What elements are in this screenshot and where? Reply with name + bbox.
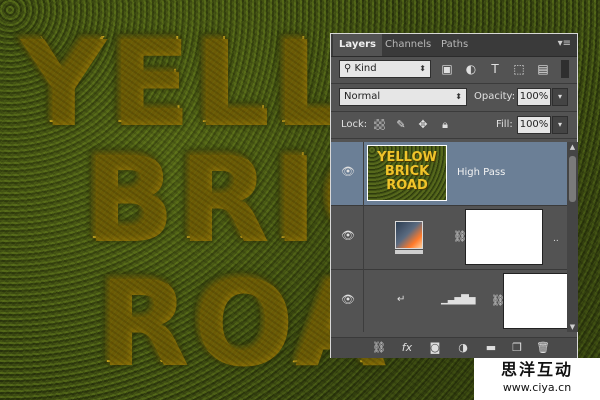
lock-position-icon[interactable]: ✥	[415, 116, 431, 134]
shape-filter-icon[interactable]: ⬚	[511, 60, 527, 78]
panel-menu-icon[interactable]: ▾≡	[558, 38, 571, 50]
divider	[331, 138, 577, 139]
filter-toggle-switch[interactable]	[561, 60, 569, 78]
new-layer-icon[interactable]: ❐	[509, 340, 525, 356]
fill-input[interactable]: 100%	[517, 116, 551, 134]
divider	[363, 270, 364, 332]
levels-adjustment-icon[interactable]: ▁▃▅▇▅	[441, 294, 475, 306]
opacity-input[interactable]: 100%	[517, 88, 551, 106]
tab-channels[interactable]: Channels	[379, 34, 437, 56]
new-group-icon[interactable]: ▬	[483, 340, 499, 356]
adjustment-filter-icon[interactable]: ◐	[463, 60, 479, 78]
smart-object-filter-icon[interactable]: ▤	[535, 60, 551, 78]
lock-image-pixels-icon[interactable]: ✎	[393, 116, 409, 134]
visibility-eye-icon[interactable]: 👁︎	[341, 166, 355, 178]
search-icon: ⚲	[344, 63, 355, 74]
panel-footer: ⛓︎ fx ◙ ◑ ▬ ❐ 🗑︎	[331, 337, 577, 358]
fill-label: Fill:	[496, 119, 513, 130]
layer-name[interactable]: High Pass	[457, 166, 505, 180]
clipping-arrow-icon: ↵	[397, 294, 406, 305]
opacity-label: Opacity:	[474, 91, 516, 102]
more-indicator-icon: ..	[553, 234, 559, 244]
new-adjustment-icon[interactable]: ◑	[455, 340, 471, 356]
gradient-map-adjustment-icon[interactable]	[395, 221, 423, 249]
chevron-updown-icon: ⬍	[419, 64, 426, 73]
tab-paths[interactable]: Paths	[435, 34, 474, 56]
visibility-eye-icon[interactable]: 👁︎	[341, 294, 355, 306]
watermark-title: 思洋互动	[500, 360, 573, 379]
fx-icon[interactable]: fx	[399, 340, 415, 356]
type-filter-icon[interactable]: T	[487, 60, 503, 78]
layer-mask-thumbnail[interactable]	[465, 209, 543, 265]
scroll-down-arrow-icon[interactable]: ▼	[567, 322, 578, 332]
divider	[363, 142, 364, 206]
lock-transparent-pixels-icon[interactable]	[371, 116, 387, 134]
layer-row-high-pass[interactable]: 👁︎ YELLOW BRICK ROAD High Pass	[331, 142, 567, 206]
tab-layers[interactable]: Layers	[333, 34, 382, 56]
artwork-line-1: YELL	[18, 12, 351, 150]
add-mask-icon[interactable]: ◙	[427, 340, 443, 356]
fill-dropdown-button[interactable]: ▾	[552, 116, 568, 134]
divider	[363, 206, 364, 270]
divider	[331, 83, 577, 84]
mask-link-icon[interactable]: ⛓︎	[491, 294, 505, 308]
adjustment-icon-base	[395, 250, 423, 254]
opacity-dropdown-button[interactable]: ▾	[552, 88, 568, 106]
trash-icon[interactable]: 🗑︎	[535, 340, 551, 356]
filter-kind-value: Kind	[354, 63, 377, 74]
lock-label: Lock:	[341, 119, 368, 130]
link-layers-icon[interactable]: ⛓︎	[371, 340, 387, 356]
lock-all-icon[interactable]: 🔒︎	[437, 116, 453, 134]
filter-kind-select[interactable]: ⚲ Kind ⬍	[339, 60, 431, 78]
layer-mask-thumbnail[interactable]	[503, 273, 567, 329]
layer-row-levels[interactable]: 👁︎ ↵ ▁▃▅▇▅ ⛓︎	[331, 270, 567, 332]
watermark: 思洋互动 www.ciya.cn	[474, 358, 600, 400]
divider	[331, 111, 577, 112]
layers-list: 👁︎ YELLOW BRICK ROAD High Pass 👁︎ ⛓︎ .. …	[331, 142, 567, 332]
mask-link-icon[interactable]: ⛓︎	[453, 230, 467, 244]
thumbnail-text: YELLOW BRICK ROAD	[377, 150, 437, 193]
layers-panel: Layers Channels Paths ▾≡ ⚲ Kind ⬍ ▣ ◐ T …	[330, 33, 578, 358]
blend-mode-value: Normal	[344, 91, 381, 102]
scroll-thumb[interactable]	[569, 156, 576, 202]
layers-scrollbar[interactable]: ▲ ▼	[567, 142, 578, 332]
image-filter-icon[interactable]: ▣	[439, 60, 455, 78]
layer-row-gradient-map[interactable]: 👁︎ ⛓︎ ..	[331, 206, 567, 270]
chevron-updown-icon: ⬍	[455, 92, 462, 101]
visibility-eye-icon[interactable]: 👁︎	[341, 230, 355, 242]
scroll-up-arrow-icon[interactable]: ▲	[567, 142, 578, 152]
layer-thumbnail[interactable]: YELLOW BRICK ROAD	[367, 145, 447, 201]
blend-mode-select[interactable]: Normal ⬍	[339, 88, 467, 106]
watermark-url: www.ciya.cn	[502, 381, 572, 394]
panel-tab-bar: Layers Channels Paths ▾≡	[331, 34, 577, 57]
